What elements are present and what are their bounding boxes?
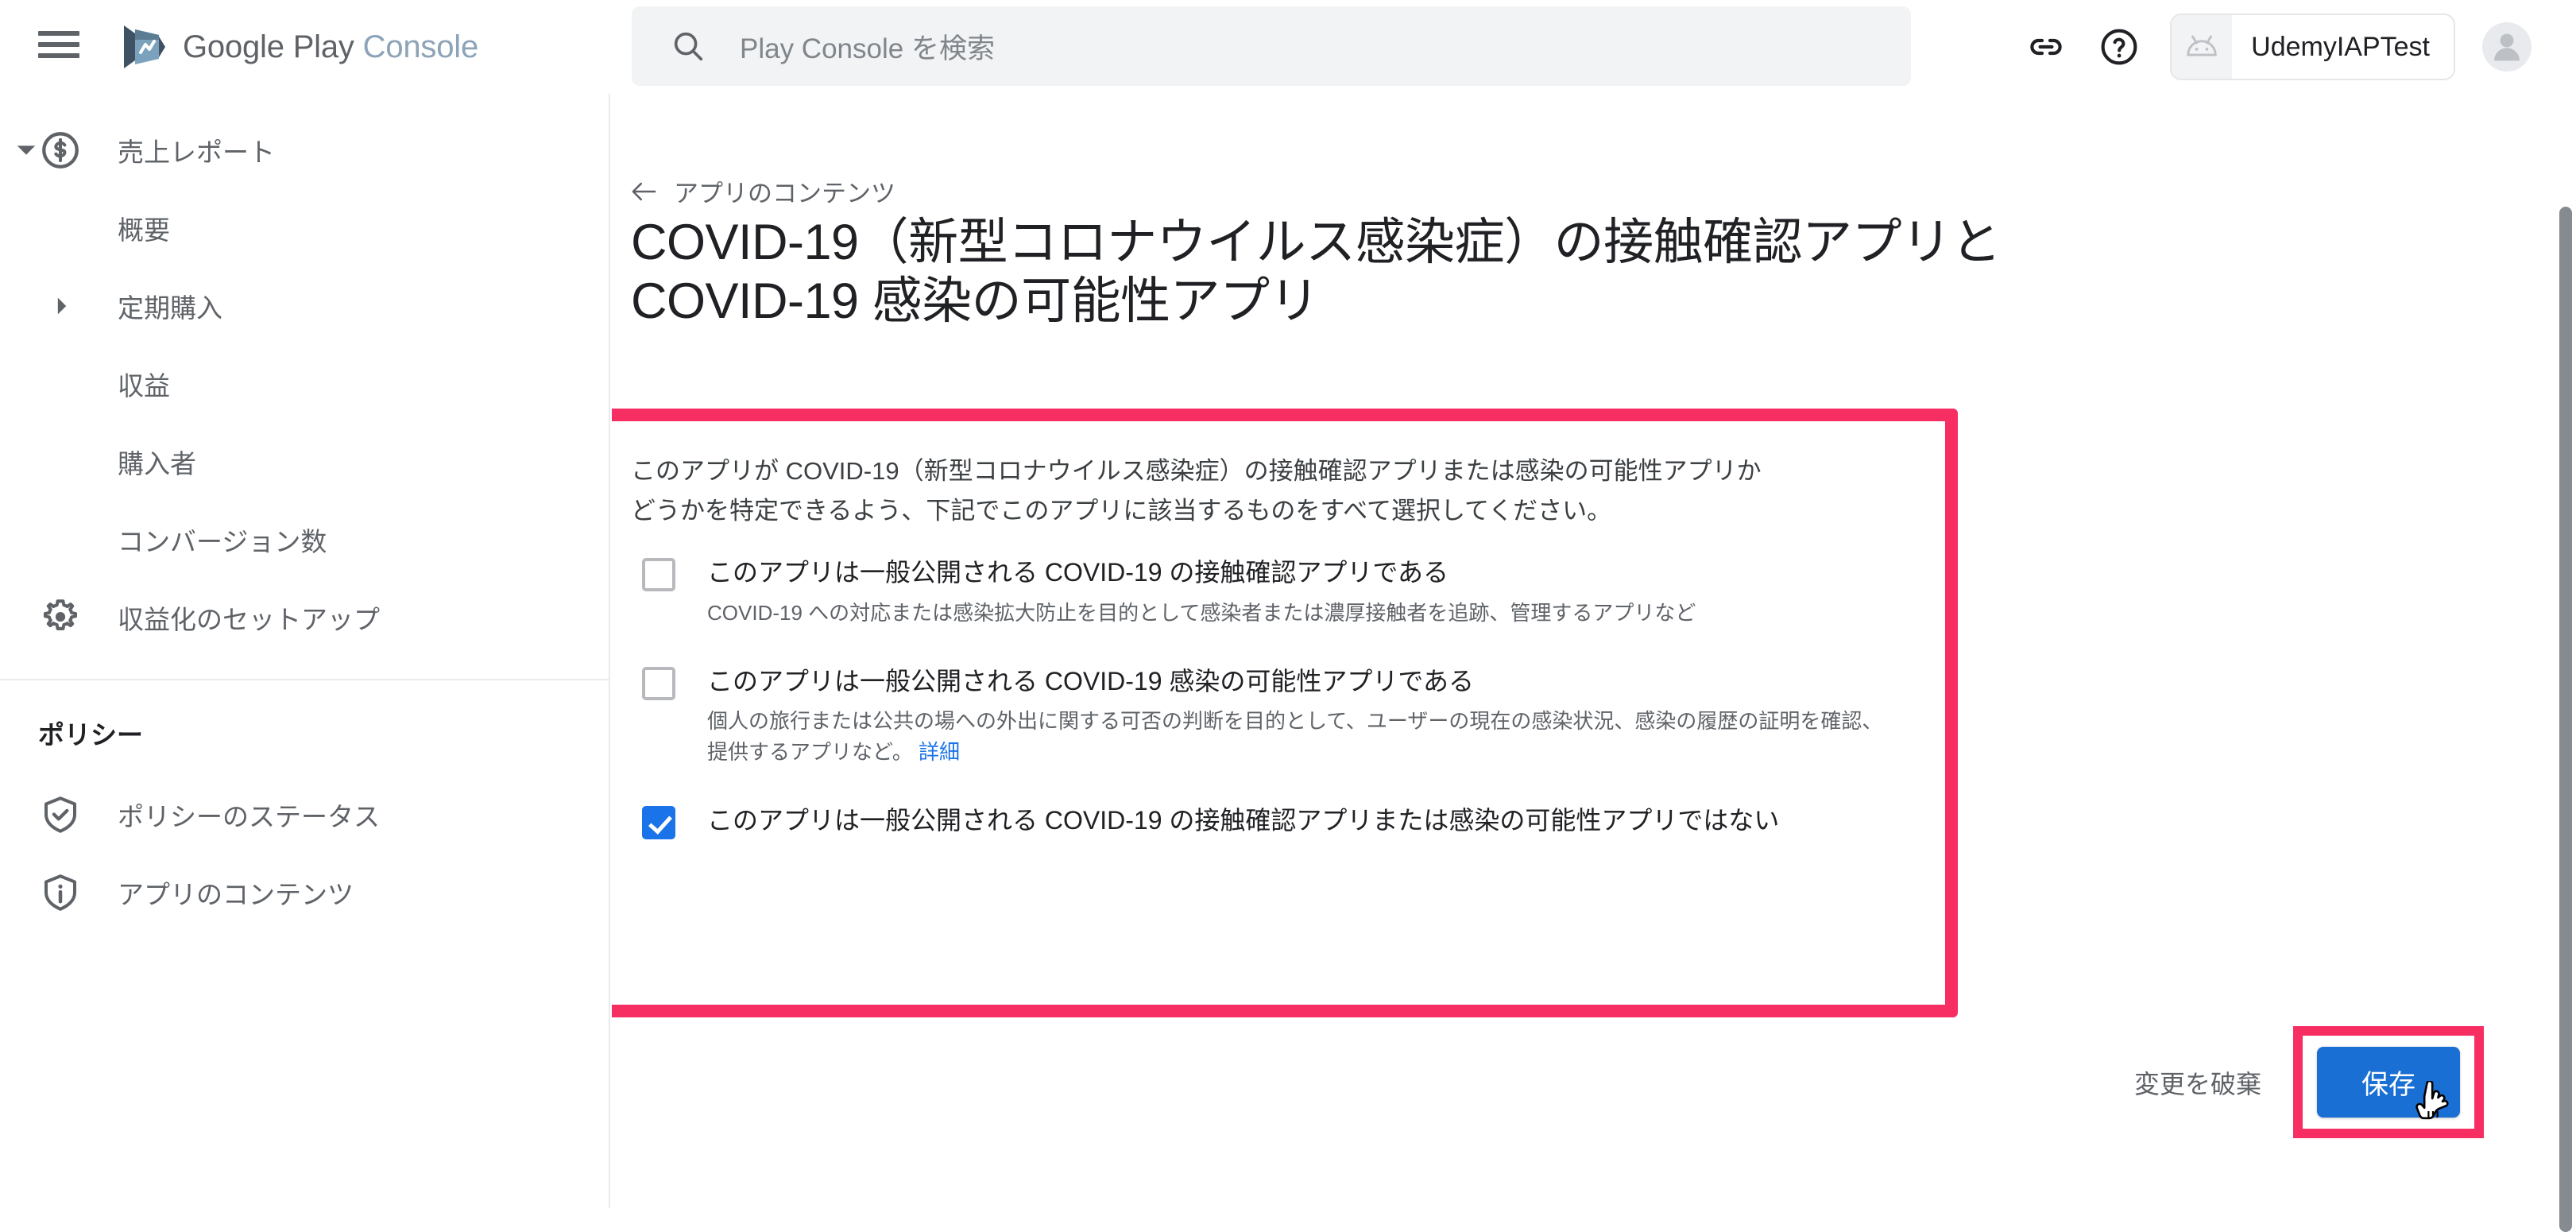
checkbox-contact-tracing[interactable] — [642, 558, 675, 592]
sidebar-item-monetization-setup[interactable]: 収益化のセットアップ — [0, 579, 609, 657]
checkbox-status-app[interactable] — [642, 666, 675, 700]
checkbox-list: このアプリは一般公開される COVID-19 の接触確認アプリである COVID… — [631, 555, 1902, 840]
checkbox-row-contact-tracing[interactable]: このアプリは一般公開される COVID-19 の接触確認アプリである COVID… — [631, 555, 1902, 628]
save-button-highlight: 保存 — [2293, 1026, 2484, 1138]
link-icon[interactable] — [2009, 10, 2083, 83]
shield-check-glyph — [44, 796, 77, 833]
checkbox-row-status-app[interactable]: このアプリは一般公開される COVID-19 感染の可能性アプリである 個人の旅… — [631, 664, 1902, 768]
app-chip-icon-wrap — [2172, 15, 2233, 79]
sidebar-item-conversions[interactable]: コンバージョン数 — [0, 501, 609, 579]
money-circle-icon — [38, 128, 83, 172]
sidebar-item-label: 収益化のセットアップ — [118, 605, 380, 634]
brand-primary: Google Play — [183, 29, 354, 64]
sidebar-item-label: 売上レポート — [118, 138, 275, 167]
bottom-action-bar: 変更を破棄 保存 — [2134, 1026, 2484, 1138]
sidebar-item-overview[interactable]: 概要 — [0, 189, 609, 267]
sidebar-item-label: 概要 — [118, 215, 170, 245]
checkbox-neither[interactable] — [642, 806, 675, 840]
dollar-circle-glyph — [42, 132, 79, 169]
learn-more-link[interactable]: 詳細 — [919, 740, 960, 764]
form-intro-text: このアプリが COVID-19（新型コロナウイルス感染症）の接触確認アプリまたは… — [631, 457, 1762, 525]
sidebar-item-label: 収益 — [118, 371, 170, 401]
hamburger-bar — [38, 42, 79, 47]
checkbox-description: 個人の旅行または公共の場への外出に関する可否の判断を目的として、ユーザーの現在の… — [707, 706, 1902, 768]
brand-secondary: Console — [362, 29, 479, 64]
top-bar-actions: UdemyIAPTest — [2009, 0, 2532, 94]
question-mark-circle-icon — [2101, 29, 2137, 65]
help-icon[interactable] — [2083, 10, 2156, 83]
sidebar-item-buyers[interactable]: 購入者 — [0, 423, 609, 501]
back-to-app-content-link[interactable]: アプリのコンテンツ — [631, 173, 895, 209]
sidebar-item-label: コンバージョン数 — [118, 527, 327, 556]
sidebar-item-policy-status[interactable]: ポリシーのステータス — [0, 776, 609, 854]
sidebar-item-label: 購入者 — [118, 449, 196, 478]
checkbox-row-neither[interactable]: このアプリは一般公開される COVID-19 の接触確認アプリまたは感染の可能性… — [631, 803, 1902, 840]
hamburger-bar — [38, 31, 79, 36]
covid-app-form: このアプリが COVID-19（新型コロナウイルス感染症）の接触確認アプリまたは… — [631, 451, 1902, 840]
google-play-console-logo-icon — [124, 25, 165, 68]
top-app-bar: Google Play Console Play Console を検索 Ude… — [0, 0, 2576, 94]
main-content: アプリのコンテンツ COVID-19（新型コロナウイルス感染症）の接触確認アプリ… — [612, 94, 2560, 1208]
gear-glyph — [43, 599, 78, 630]
checkbox-description: COVID-19 への対応または感染拡大防止を目的として感染者または濃厚接触者を… — [707, 600, 1696, 625]
caret-down-glyph — [17, 145, 36, 155]
sidebar-item-revenue[interactable]: 収益 — [0, 345, 609, 423]
sidebar-item-label: アプリのコンテンツ — [118, 880, 354, 909]
save-button[interactable]: 保存 — [2317, 1047, 2460, 1118]
shield-check-icon — [38, 792, 83, 837]
search-input[interactable]: Play Console を検索 — [632, 6, 1911, 86]
android-robot-icon — [2187, 35, 2217, 56]
discard-changes-button[interactable]: 変更を破棄 — [2134, 1064, 2261, 1101]
checkbox-label[interactable]: このアプリは一般公開される COVID-19 の接触確認アプリである — [707, 555, 1902, 591]
page-title: COVID-19（新型コロナウイルス感染症）の接触確認アプリと COVID-19… — [631, 215, 2002, 330]
sidebar-item-label: 定期購入 — [118, 293, 222, 323]
checkbox-label[interactable]: このアプリは一般公開される COVID-19 の接触確認アプリまたは感染の可能性… — [707, 803, 1902, 839]
info-shield-icon — [38, 870, 83, 915]
vertical-scrollbar-thumb[interactable] — [2559, 207, 2572, 1232]
user-avatar-icon — [2493, 33, 2520, 61]
sidebar-item-app-content[interactable]: アプリのコンテンツ — [0, 854, 609, 932]
search-placeholder: Play Console を検索 — [740, 33, 995, 64]
checkbox-label[interactable]: このアプリは一般公開される COVID-19 感染の可能性アプリである — [707, 664, 1902, 699]
app-selector-chip[interactable]: UdemyIAPTest — [2170, 14, 2455, 80]
brand-text: Google Play Console — [183, 29, 478, 65]
info-shield-glyph — [44, 874, 77, 911]
app-chip-label: UdemyIAPTest — [2251, 31, 2430, 62]
sidebar-group-sales-reports[interactable]: 売上レポート — [0, 111, 609, 189]
chevron-right-icon[interactable] — [49, 296, 75, 316]
sidebar-nav: 売上レポート 概要 定期購入 収益 購入者 コンバージョン数 収益化のセットアッ… — [0, 94, 610, 1208]
gear-icon — [38, 595, 83, 640]
back-link-label: アプリのコンテンツ — [674, 180, 895, 207]
hamburger-bar — [38, 53, 79, 58]
sidebar-item-label: ポリシーのステータス — [118, 802, 380, 831]
caret-right-glyph — [57, 297, 67, 315]
sidebar-item-subscriptions[interactable]: 定期購入 — [0, 267, 609, 345]
brand-logo-block[interactable]: Google Play Console — [119, 16, 478, 78]
sidebar-section-title-policy: ポリシー — [38, 720, 143, 750]
arrow-left-icon — [632, 182, 656, 200]
checkbox-description-text: 個人の旅行または公共の場への外出に関する可否の判断を目的として、ユーザーの現在の… — [707, 709, 1883, 765]
chain-link-icon — [2030, 38, 2062, 56]
hamburger-menu-icon[interactable] — [38, 27, 79, 62]
search-icon — [674, 32, 703, 61]
avatar[interactable] — [2482, 22, 2532, 72]
vertical-scrollbar-track[interactable] — [2555, 94, 2576, 1232]
